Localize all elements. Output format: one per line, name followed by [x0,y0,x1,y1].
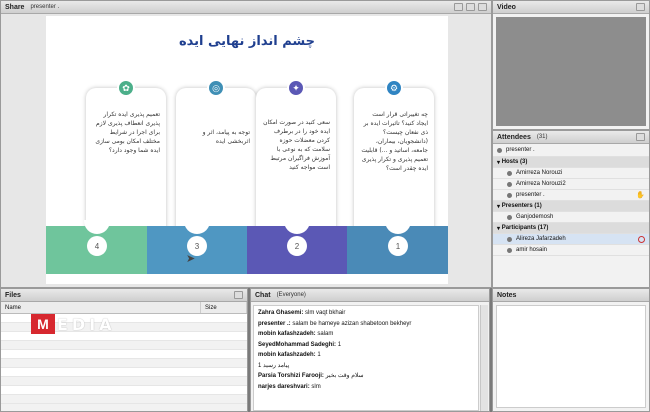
user-icon [507,214,512,220]
media-logo: M EDIA [31,314,116,334]
slide-band-1: 1 [347,220,448,274]
files-pod: Files Name Size M EDIA [0,288,248,412]
hosts-group[interactable]: ▾ Hosts (3) [493,157,649,168]
raise-hand-icon: ✋ [636,192,645,199]
chat-message: narjes dareshvari: slm [258,383,321,390]
card-text: توجه به پیامد، اثر و اثربخشی ایده [202,129,250,145]
user-icon [507,247,512,253]
idea-icon: ✦ [287,79,305,97]
participants-group[interactable]: ▾ Participants (17) [493,223,649,234]
presenters-group[interactable]: ▾ Presenters (1) [493,201,649,212]
attendee-self[interactable]: presenter . [493,144,649,157]
share-pod-header: Share presenter . [1,1,491,14]
attendee-row[interactable]: Amirreza Norouzi [493,168,649,179]
target-icon: ◎ [207,79,225,97]
column-size[interactable]: Size [201,302,247,313]
chat-pod: Chat (Everyone) Zahra Ghasemi: slm vaqt … [250,288,490,412]
attendee-row[interactable]: presenter . ✋ [493,190,649,201]
video-title: Video [497,3,516,11]
files-pod-header: Files [1,289,247,302]
chat-scrollbar[interactable] [480,305,488,411]
chat-message: mobin kafashzadeh: 1 [258,352,321,358]
card-text: تعمیم پذیری ایده تکرار پذیری انعطاف پذیر… [95,111,160,154]
card-text: سعی کنید در صورت امکان ایده خود را در بر… [263,119,330,171]
slide-band-3: 3 [147,220,247,274]
user-icon [507,181,512,187]
notes-area[interactable] [496,305,646,408]
attendees-title: Attendees [497,133,531,141]
attendee-row[interactable]: Ganjodemosh [493,212,649,223]
slide-card-2: ✦ سعی کنید در صورت امکان ایده خود را در … [256,79,336,238]
user-icon [497,147,502,153]
pod-menu-button[interactable] [636,133,645,141]
chat-message: 1 پیامد رسید [258,362,290,369]
video-area [496,17,646,126]
attendees-pod-header: Attendees (31) [493,131,649,144]
pod-menu-button[interactable] [234,291,243,299]
status-icon [638,235,645,243]
files-title: Files [5,291,21,299]
slide-card-4: ✿ تعمیم پذیری ایده تکرار پذیری انعطاف پذ… [86,79,166,238]
chat-message: mobin kafashzadeh: salam [258,331,334,337]
user-icon [507,170,512,176]
fullscreen-button[interactable] [454,3,463,11]
shared-slide: چشم انداز نهایی ایده ✿ تعمیم پذیری ایده … [46,16,448,284]
attendee-row[interactable]: amir hosain [493,245,649,256]
attendees-count: (31) [536,134,548,140]
files-table-header: Name Size [1,302,247,314]
slide-card-3: ◎ توجه به پیامد، اثر و اثربخشی ایده [176,79,256,238]
chat-message: Zahra Ghasemi: slm vaqt bkhair [258,310,346,316]
slide-card-1: ⚙ چه تغییراتی قرار است ایجاد کنید؟ تاثیر… [354,79,434,238]
share-presenter: presenter . [30,4,60,10]
user-icon [507,236,512,242]
slide-band-2: 2 [247,220,347,274]
notes-pod: Notes [492,288,650,412]
chat-message: presenter .: salam be hameye azizan shab… [258,320,412,327]
user-icon [507,192,512,198]
slide-band-4: 4 [46,220,147,274]
notes-title: Notes [497,291,517,299]
card-text: چه تغییراتی قرار است ایجاد کنید؟ تاثیرات… [361,111,428,172]
video-pod-header: Video [493,1,649,14]
leaf-icon: ✿ [117,79,135,97]
chat-scope[interactable]: (Everyone) [277,292,306,298]
pod-options-button[interactable] [466,3,475,11]
mouse-cursor-icon: ➤ [186,253,196,265]
chat-messages: Zahra Ghasemi: slm vaqt bkhair presenter… [253,305,479,411]
video-pod: Video [492,0,650,130]
attendee-row[interactable]: Alireza Jafarzadeh [493,234,649,245]
attendee-row[interactable]: Amirreza Norouzi2 [493,179,649,190]
chat-message: Parsia Torshizi Farooji: سلام وقت بخیر [258,373,364,379]
slide-title: چشم انداز نهایی ایده [178,34,316,49]
notes-pod-header: Notes [493,289,649,302]
column-name[interactable]: Name [1,302,201,313]
chat-title: Chat [255,291,271,299]
chat-pod-header: Chat (Everyone) [251,289,489,302]
attendees-pod: Attendees (31) presenter . ▾ Hosts (3) A… [492,130,650,288]
band-number: 1 [388,236,408,256]
pod-menu-button[interactable] [636,3,645,11]
share-title: Share [5,3,25,11]
gear-icon: ⚙ [385,79,403,97]
band-number: 2 [287,236,307,256]
chat-message: SeyedMohammad Sadeghi: 1 [258,341,342,348]
band-number: 4 [87,236,107,256]
share-pod: Share presenter . چشم انداز نهایی ایده ✿… [0,0,492,288]
pod-menu-button[interactable] [478,3,487,11]
